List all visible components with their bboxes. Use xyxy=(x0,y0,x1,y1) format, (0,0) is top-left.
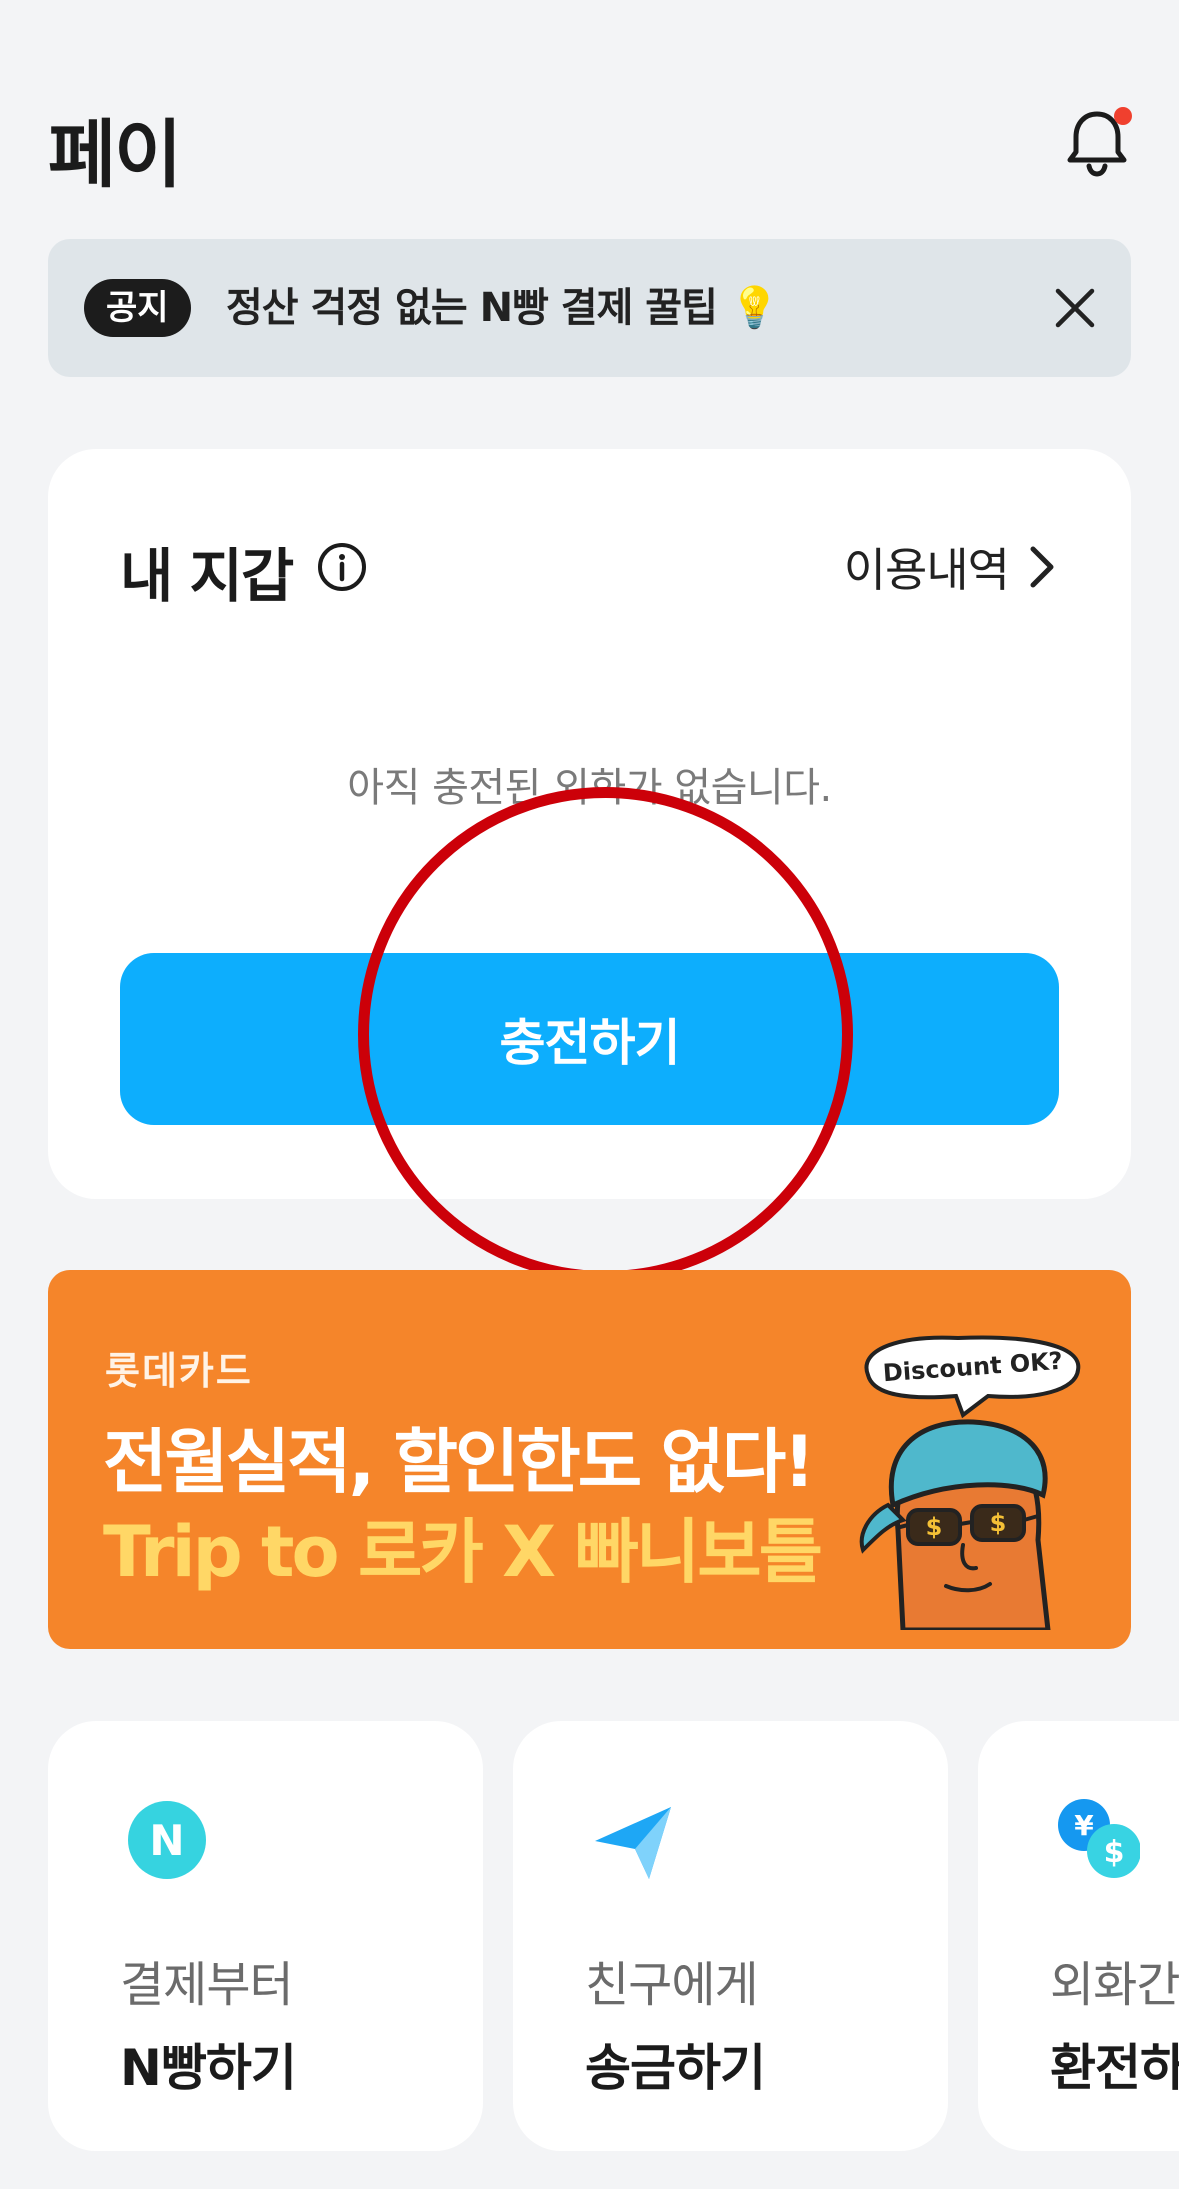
notice-badge: 공지 xyxy=(84,279,191,337)
n-circle-icon: N xyxy=(128,1801,206,1879)
shortcut-main: 송금하기 xyxy=(585,2039,766,2097)
history-link[interactable]: 이용내역 xyxy=(844,537,1059,597)
wallet-empty-message: 아직 충전된 외화가 없습니다. xyxy=(347,765,832,811)
shortcut-sub: 친구에게 xyxy=(585,1957,759,2013)
notification-dot xyxy=(1114,107,1132,125)
header: 페이 xyxy=(0,0,1179,220)
chevron-right-icon xyxy=(1030,546,1054,588)
shortcut-main: 환전하기 xyxy=(1050,2039,1179,2097)
svg-text:$: $ xyxy=(1104,1835,1125,1870)
shortcut-sub: 결제부터 xyxy=(120,1957,294,2013)
charge-button[interactable]: 충전하기 xyxy=(120,953,1059,1125)
wallet-title: 내 지갑 xyxy=(120,542,294,610)
shortcut-main: N빵하기 xyxy=(120,2039,297,2097)
shortcut-list: N 결제부터 N빵하기 친구에게 송금하기 ¥ $ 외화간 환전하기 xyxy=(48,1721,1179,2151)
notice-text[interactable]: 정산 걱정 없는 N빵 결제 꿀팁 💡 xyxy=(226,279,780,337)
paper-plane-icon xyxy=(595,1807,671,1879)
banner-headline: 전월실적, 할인한도 없다! xyxy=(103,1421,815,1503)
banner-subheadline: Trip to 로카 X 빠니보틀 xyxy=(103,1511,823,1593)
shortcut-sub: 외화간 xyxy=(1050,1957,1179,2013)
info-icon[interactable] xyxy=(316,541,368,593)
page-title: 페이 xyxy=(48,112,182,198)
wallet-card: 내 지갑 이용내역 아직 충전된 외화가 없습니다. 충전하기 xyxy=(48,449,1131,1199)
svg-text:$: $ xyxy=(990,1509,1007,1537)
shortcut-split-pay[interactable]: N 결제부터 N빵하기 xyxy=(48,1721,483,2151)
notice-banner[interactable]: 공지 정산 걱정 없는 N빵 결제 꿀팁 💡 xyxy=(48,239,1131,377)
promo-banner[interactable]: 롯데카드 전월실적, 할인한도 없다! Trip to 로카 X 빠니보틀 Di… xyxy=(48,1270,1131,1649)
history-label: 이용내역 xyxy=(843,543,1010,597)
svg-text:$: $ xyxy=(926,1513,943,1541)
banner-brand: 롯데카드 xyxy=(105,1349,253,1393)
currency-exchange-icon: ¥ $ xyxy=(1058,1799,1140,1878)
shortcut-send-money[interactable]: 친구에게 송금하기 xyxy=(513,1721,948,2151)
close-icon[interactable] xyxy=(1048,281,1102,335)
mascot-illustration: Discount OK? $ $ xyxy=(859,1335,1081,1630)
shortcut-exchange[interactable]: ¥ $ 외화간 환전하기 xyxy=(978,1721,1179,2151)
